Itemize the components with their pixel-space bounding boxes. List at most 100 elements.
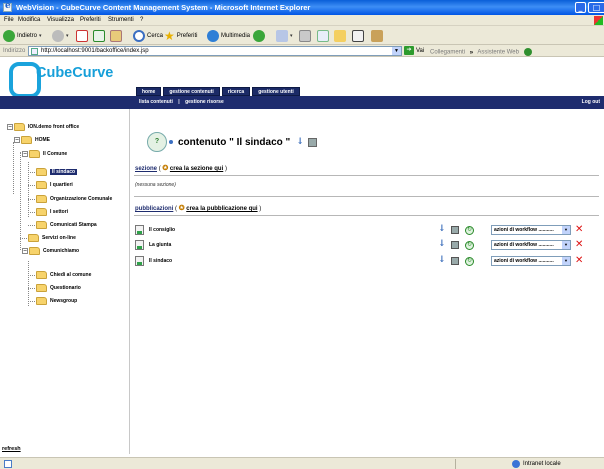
- mail-button[interactable]: ▾: [276, 28, 293, 43]
- properties-icon[interactable]: [451, 257, 459, 265]
- subnav-gestione-risorse[interactable]: gestione risorse: [185, 99, 224, 105]
- tree-node[interactable]: Questionario: [36, 283, 81, 293]
- subnav-links: lista contenuti | gestione risorse: [139, 99, 224, 105]
- folder-icon: [14, 123, 25, 131]
- collapse-icon[interactable]: −: [14, 137, 20, 143]
- forward-arrow-icon: [52, 29, 64, 42]
- publication-name[interactable]: Il sindaco: [149, 258, 172, 264]
- discuss-button[interactable]: [352, 28, 364, 43]
- back-button[interactable]: Indietro ▾: [3, 28, 42, 43]
- folder-icon: [36, 168, 47, 176]
- maximize-button[interactable]: □: [588, 2, 604, 13]
- refresh-link[interactable]: refresh: [2, 446, 21, 452]
- go-button[interactable]: ➔ Vai: [404, 46, 424, 55]
- refresh-icon[interactable]: ↻: [465, 257, 474, 266]
- workflow-select[interactable]: azioni di workflow ........... ▼: [491, 256, 571, 266]
- delete-icon[interactable]: ✕: [575, 224, 583, 235]
- properties-icon[interactable]: [451, 226, 459, 234]
- info-icon[interactable]: ↓: [296, 137, 304, 147]
- delete-icon[interactable]: ✕: [575, 239, 583, 250]
- info-icon[interactable]: ↓: [438, 225, 446, 234]
- favorites-button[interactable]: ★ Preferiti: [164, 28, 197, 43]
- globe-icon: [523, 48, 532, 56]
- workflow-select[interactable]: azioni di workflow ........... ▼: [491, 240, 571, 250]
- tree-node[interactable]: Servizi on-line: [28, 233, 76, 243]
- tree-node[interactable]: I quartieri: [36, 180, 73, 190]
- publications-label[interactable]: pubblicazioni: [135, 206, 173, 212]
- tree-node[interactable]: Chiedi al comune: [36, 270, 91, 280]
- tree-node[interactable]: − Comunichiamo: [22, 246, 79, 256]
- create-publication-link[interactable]: crea la pubblicazione qui: [186, 206, 257, 212]
- browser-window: WebVision - CubeCurve Content Management…: [0, 0, 604, 469]
- subnav-lista-contenuti[interactable]: lista contenuti: [139, 99, 173, 105]
- tree-node[interactable]: Comunicati Stampa: [36, 220, 97, 230]
- menu-visualizza[interactable]: Visualizza: [47, 17, 74, 23]
- refresh-button[interactable]: [93, 28, 105, 43]
- tab-ricerca[interactable]: ricerca: [221, 87, 251, 96]
- stop-button[interactable]: [76, 28, 88, 43]
- chevron-down-icon[interactable]: ▼: [392, 47, 401, 55]
- tree-connector: [28, 275, 35, 276]
- menu-file[interactable]: File: [4, 17, 14, 23]
- minimize-button[interactable]: _: [575, 2, 586, 13]
- subnav-separator: |: [178, 99, 180, 105]
- tree-connector: [20, 238, 27, 239]
- menu-help[interactable]: ?: [140, 17, 143, 23]
- content-icon: ?: [147, 132, 167, 152]
- sub-navigation: lista contenuti | gestione risorse Log o…: [0, 96, 604, 109]
- collapse-icon[interactable]: −: [22, 248, 28, 254]
- section-header: sezione ( ✪ crea la sezione qui ): [135, 165, 227, 172]
- tree-node[interactable]: − HOME: [14, 135, 50, 145]
- tab-gestione-contenuti[interactable]: gestione contenuti: [163, 87, 220, 96]
- folder-button[interactable]: [334, 28, 346, 43]
- tree-node[interactable]: I settori: [36, 207, 68, 217]
- tab-home[interactable]: home: [136, 87, 162, 96]
- url-field[interactable]: http://localhost:9001/backoffice/index.j…: [28, 46, 402, 56]
- status-bar: Intranet locale: [0, 457, 604, 469]
- publication-name[interactable]: Il consiglio: [149, 227, 175, 233]
- collapse-icon[interactable]: −: [22, 151, 28, 157]
- media-button[interactable]: Multimedia: [207, 28, 250, 43]
- history-icon: [253, 29, 265, 42]
- properties-icon[interactable]: [308, 137, 318, 147]
- collapse-icon[interactable]: −: [7, 124, 13, 130]
- refresh-icon[interactable]: ↻: [465, 241, 474, 250]
- refresh-icon[interactable]: ↻: [465, 226, 474, 235]
- print-button[interactable]: [299, 28, 311, 43]
- main-pane: ? contenuto " Il sindaco " ↓ sezione ( ✪…: [131, 109, 604, 454]
- tree-node[interactable]: Organizzazione Comunale: [36, 194, 112, 204]
- history-button[interactable]: [253, 28, 265, 43]
- logout-link[interactable]: Log out: [582, 99, 600, 105]
- tree-node[interactable]: Newsgroup: [36, 296, 77, 306]
- chevron-down-icon: ▾: [39, 32, 42, 39]
- menu-modifica[interactable]: Modifica: [18, 17, 40, 23]
- star-icon: ✪: [162, 165, 169, 172]
- delete-icon[interactable]: ✕: [575, 255, 583, 266]
- tree-connector: [20, 152, 21, 250]
- menu-preferiti[interactable]: Preferiti: [80, 17, 101, 23]
- properties-icon[interactable]: [451, 241, 459, 249]
- divider: [134, 196, 599, 197]
- edit-button[interactable]: [317, 28, 329, 43]
- section-label[interactable]: sezione: [135, 166, 157, 172]
- forward-button[interactable]: ▾: [52, 28, 69, 43]
- chevron-down-icon: ▾: [66, 32, 69, 39]
- menu-strumenti[interactable]: Strumenti: [108, 17, 134, 23]
- home-button[interactable]: [110, 28, 122, 43]
- info-icon[interactable]: ↓: [438, 256, 446, 265]
- tree-connector: [28, 172, 35, 173]
- links-bar[interactable]: Collegamenti » Assistente Web: [430, 48, 532, 56]
- tree-node[interactable]: − ION.demo front office: [7, 122, 79, 132]
- publication-name[interactable]: La giunta: [149, 242, 171, 248]
- tab-gestione-utenti[interactable]: gestione utenti: [252, 87, 300, 96]
- tree-node-selected[interactable]: Il sindaco: [36, 167, 78, 177]
- tree-connector: [28, 225, 35, 226]
- chevron-down-icon: ▼: [562, 226, 570, 234]
- search-button[interactable]: Cerca: [133, 28, 163, 43]
- tree-node[interactable]: − Il Comune: [22, 149, 67, 159]
- create-section-link[interactable]: crea la sezione qui: [170, 166, 223, 172]
- messenger-button[interactable]: [371, 28, 383, 43]
- publication-row: Il sindaco ↓ ↻ azioni di workflow ......…: [135, 255, 603, 267]
- info-icon[interactable]: ↓: [438, 240, 446, 249]
- workflow-select[interactable]: azioni di workflow ........... ▼: [491, 225, 571, 235]
